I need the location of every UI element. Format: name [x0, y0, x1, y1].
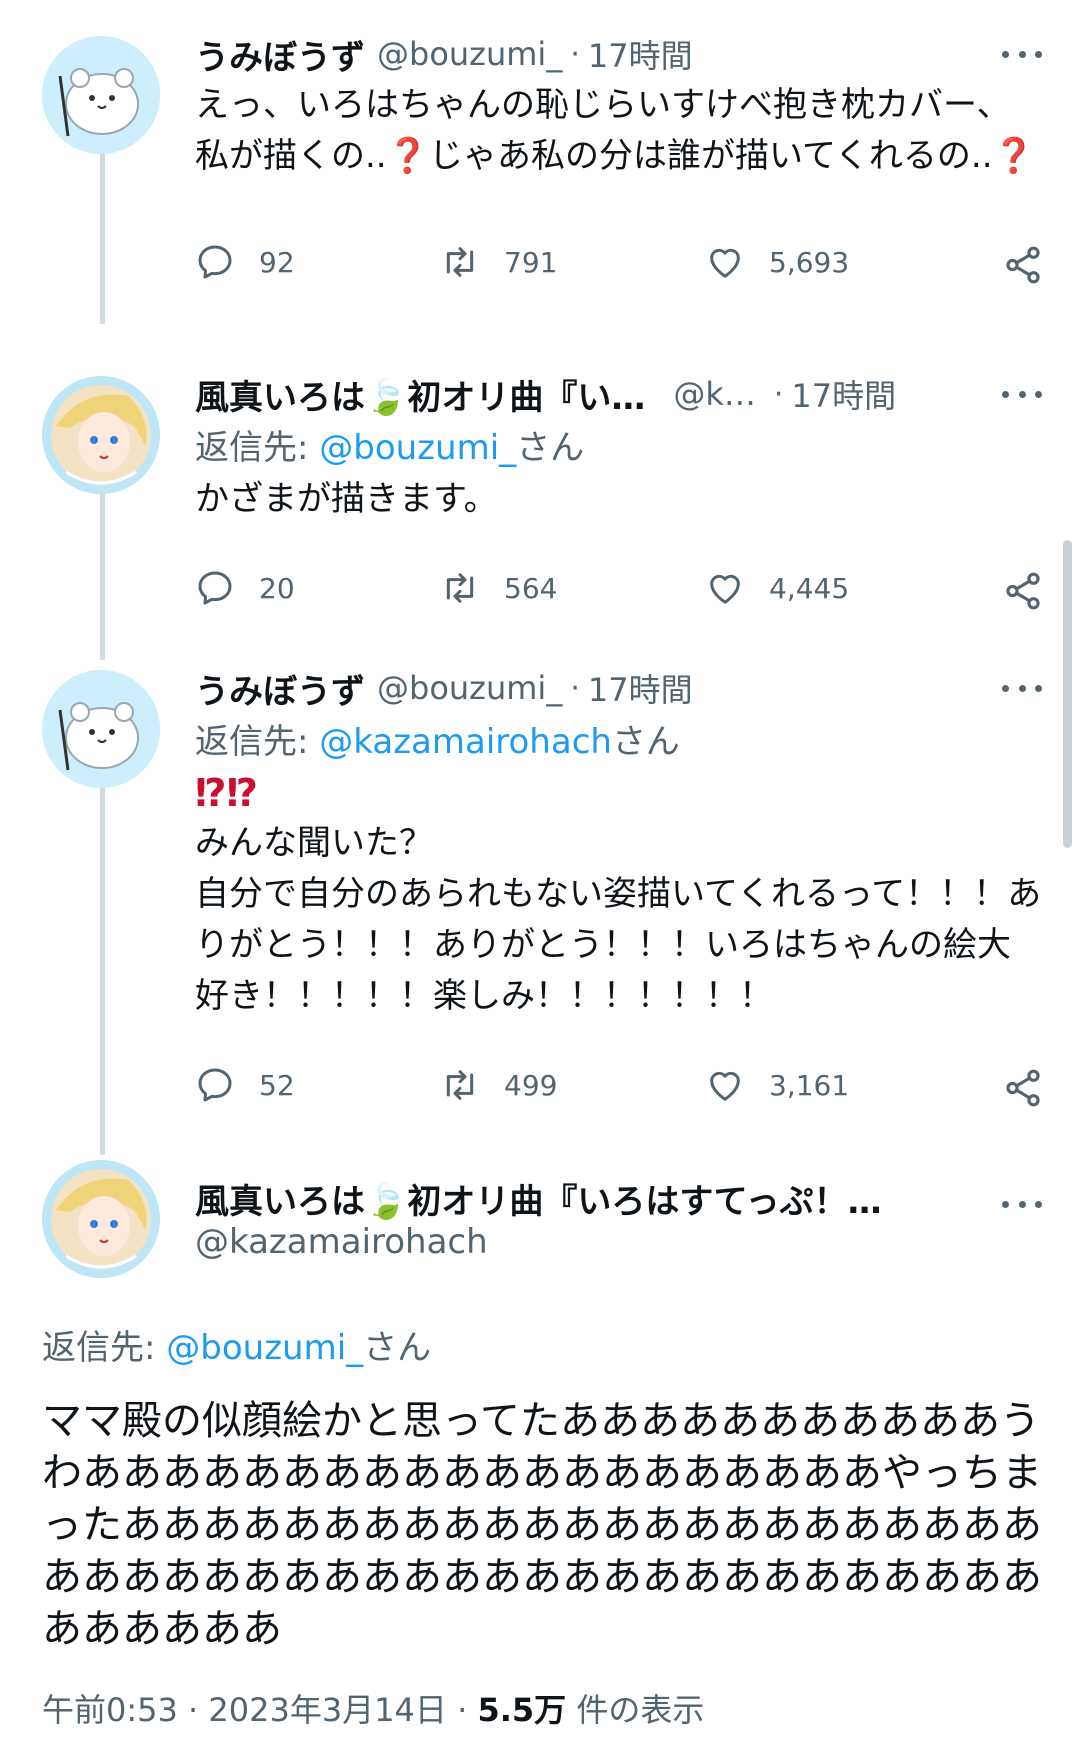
reply-button[interactable]: 92	[195, 242, 295, 282]
thread-line	[100, 787, 105, 1155]
tweet[interactable]: うみぼうず @bouzumi_ · 17時間 返信先: @kazamairoha…	[195, 660, 1044, 1022]
user-handle[interactable]: @k…	[673, 375, 756, 413]
separator-dot: ·	[773, 376, 784, 412]
retweet-button[interactable]: 791	[440, 242, 557, 282]
reply-to-label: 返信先: @bouzumi_さん	[195, 428, 585, 468]
heart-icon	[710, 574, 740, 604]
like-button[interactable]: 4,445	[705, 568, 849, 608]
tweet-meta: 午前0:53 · 2023年3月14日 · 5.5万 件の表示	[42, 1685, 704, 1731]
avatar[interactable]	[42, 1160, 160, 1278]
display-name[interactable]: 風真いろは🍃初オリ曲『い…	[195, 370, 645, 419]
seal-avatar-image	[42, 670, 160, 788]
tweet-text: えっ、いろはちゃんの恥じらいすけべ抱き枕カバー、私が描くの..❓じゃあ私の分は誰…	[195, 85, 1035, 176]
tweet-header: 風真いろは🍃初オリ曲『い… @k… · 17時間	[195, 366, 1044, 422]
thread-line	[100, 152, 105, 324]
character-avatar-image	[42, 1160, 160, 1278]
tweet-actions: 20 564 4,445	[195, 568, 1044, 618]
display-name[interactable]: うみぼうず	[195, 664, 365, 713]
question-mark-emoji: ❓	[992, 136, 1035, 176]
tweet[interactable]: うみぼうず @bouzumi_ · 17時間 えっ、いろはちゃんの恥じらいすけべ…	[195, 26, 1044, 182]
reply-icon	[198, 571, 232, 605]
user-handle[interactable]: @bouzumi_	[377, 669, 562, 707]
more-options-icon[interactable]	[1000, 668, 1044, 708]
reply-to-label: 返信先: @bouzumi_さん	[42, 1328, 432, 1368]
retweet-button[interactable]: 499	[440, 1065, 557, 1105]
main-tweet-header: 風真いろは🍃初オリ曲『いろはすてっぷ！…	[195, 1170, 980, 1226]
reply-icon	[198, 245, 232, 279]
like-count: 3,161	[769, 1068, 850, 1102]
reply-count: 52	[259, 1068, 295, 1102]
avatar[interactable]	[42, 376, 160, 494]
tweet-actions: 52 499 3,161	[195, 1065, 1044, 1115]
separator-dot: ·	[188, 1691, 209, 1729]
separator-dot: ·	[457, 1691, 478, 1729]
share-button[interactable]	[1002, 1067, 1044, 1113]
reply-button[interactable]: 52	[195, 1065, 295, 1105]
reply-to-label: 返信先: @kazamairohachさん	[195, 722, 680, 762]
share-icon	[1006, 572, 1040, 610]
tweet-time[interactable]: 午前0:53	[42, 1691, 178, 1729]
tweet-header: うみぼうず @bouzumi_ · 17時間	[195, 26, 1044, 82]
retweet-count: 564	[504, 571, 558, 605]
retweet-count: 499	[504, 1068, 558, 1102]
reply-count: 20	[259, 571, 295, 605]
user-handle[interactable]: @kazamairohach	[195, 1222, 488, 1262]
share-button[interactable]	[1002, 244, 1044, 290]
reply-to-mention[interactable]: @bouzumi_	[319, 428, 516, 468]
timestamp[interactable]: 17時間	[588, 31, 693, 77]
avatar[interactable]	[42, 670, 160, 788]
character-avatar-image	[42, 376, 160, 494]
retweet-button[interactable]: 564	[440, 568, 557, 608]
tweet-text: かざまが描きます。	[195, 479, 498, 519]
display-name[interactable]: うみぼうず	[195, 30, 365, 79]
separator-dot: ·	[570, 36, 580, 72]
like-count: 5,693	[769, 245, 850, 279]
reply-to-mention[interactable]: @bouzumi_	[166, 1328, 363, 1368]
scrollbar[interactable]	[1063, 540, 1072, 848]
view-count-label: 件の表示	[576, 1691, 705, 1729]
more-options-icon[interactable]	[1000, 1184, 1044, 1224]
like-count: 4,445	[769, 571, 850, 605]
separator-dot: ·	[570, 670, 580, 706]
avatar[interactable]	[42, 36, 160, 154]
share-button[interactable]	[1002, 570, 1044, 616]
retweet-icon	[446, 573, 474, 603]
seal-avatar-image	[42, 36, 160, 154]
tweet-header: うみぼうず @bouzumi_ · 17時間	[195, 660, 1044, 716]
user-handle[interactable]: @bouzumi_	[377, 35, 562, 73]
reply-icon	[198, 1068, 232, 1102]
tweet-text: みんな聞いた？ 自分で自分のあられもない姿描いてくれるって！！！ありがとう！！！…	[195, 823, 1042, 1016]
timestamp[interactable]: 17時間	[791, 371, 896, 417]
timestamp[interactable]: 17時間	[588, 665, 693, 711]
reply-button[interactable]: 20	[195, 568, 295, 608]
tweet-date[interactable]: 2023年3月14日	[208, 1691, 447, 1729]
exclamation-question-emoji: ⁉⁉	[195, 771, 258, 815]
view-count: 5.5万	[477, 1691, 567, 1729]
share-icon	[1006, 1069, 1040, 1107]
tweet[interactable]: 風真いろは🍃初オリ曲『い… @k… · 17時間 返信先: @bouzumi_さ…	[195, 366, 1044, 525]
display-name[interactable]: 風真いろは🍃初オリ曲『いろはすてっぷ！…	[195, 1174, 882, 1223]
question-mark-emoji: ❓	[386, 136, 429, 176]
heart-icon	[710, 1071, 740, 1101]
main-tweet-text: ママ殿の似顔絵かと思ってたあああああああああああうわああああああああああああああ…	[42, 1398, 1042, 1652]
reply-to-mention[interactable]: @kazamairohach	[319, 722, 612, 762]
retweet-icon	[446, 247, 474, 277]
retweet-count: 791	[504, 245, 558, 279]
like-button[interactable]: 3,161	[705, 1065, 849, 1105]
like-button[interactable]: 5,693	[705, 242, 849, 282]
heart-icon	[710, 248, 740, 278]
share-icon	[1006, 246, 1040, 284]
reply-count: 92	[259, 245, 295, 279]
more-options-icon[interactable]	[1000, 374, 1044, 414]
retweet-icon	[446, 1070, 474, 1100]
more-options-icon[interactable]	[1000, 34, 1044, 74]
tweet-actions: 92 791 5,693	[195, 242, 1044, 292]
